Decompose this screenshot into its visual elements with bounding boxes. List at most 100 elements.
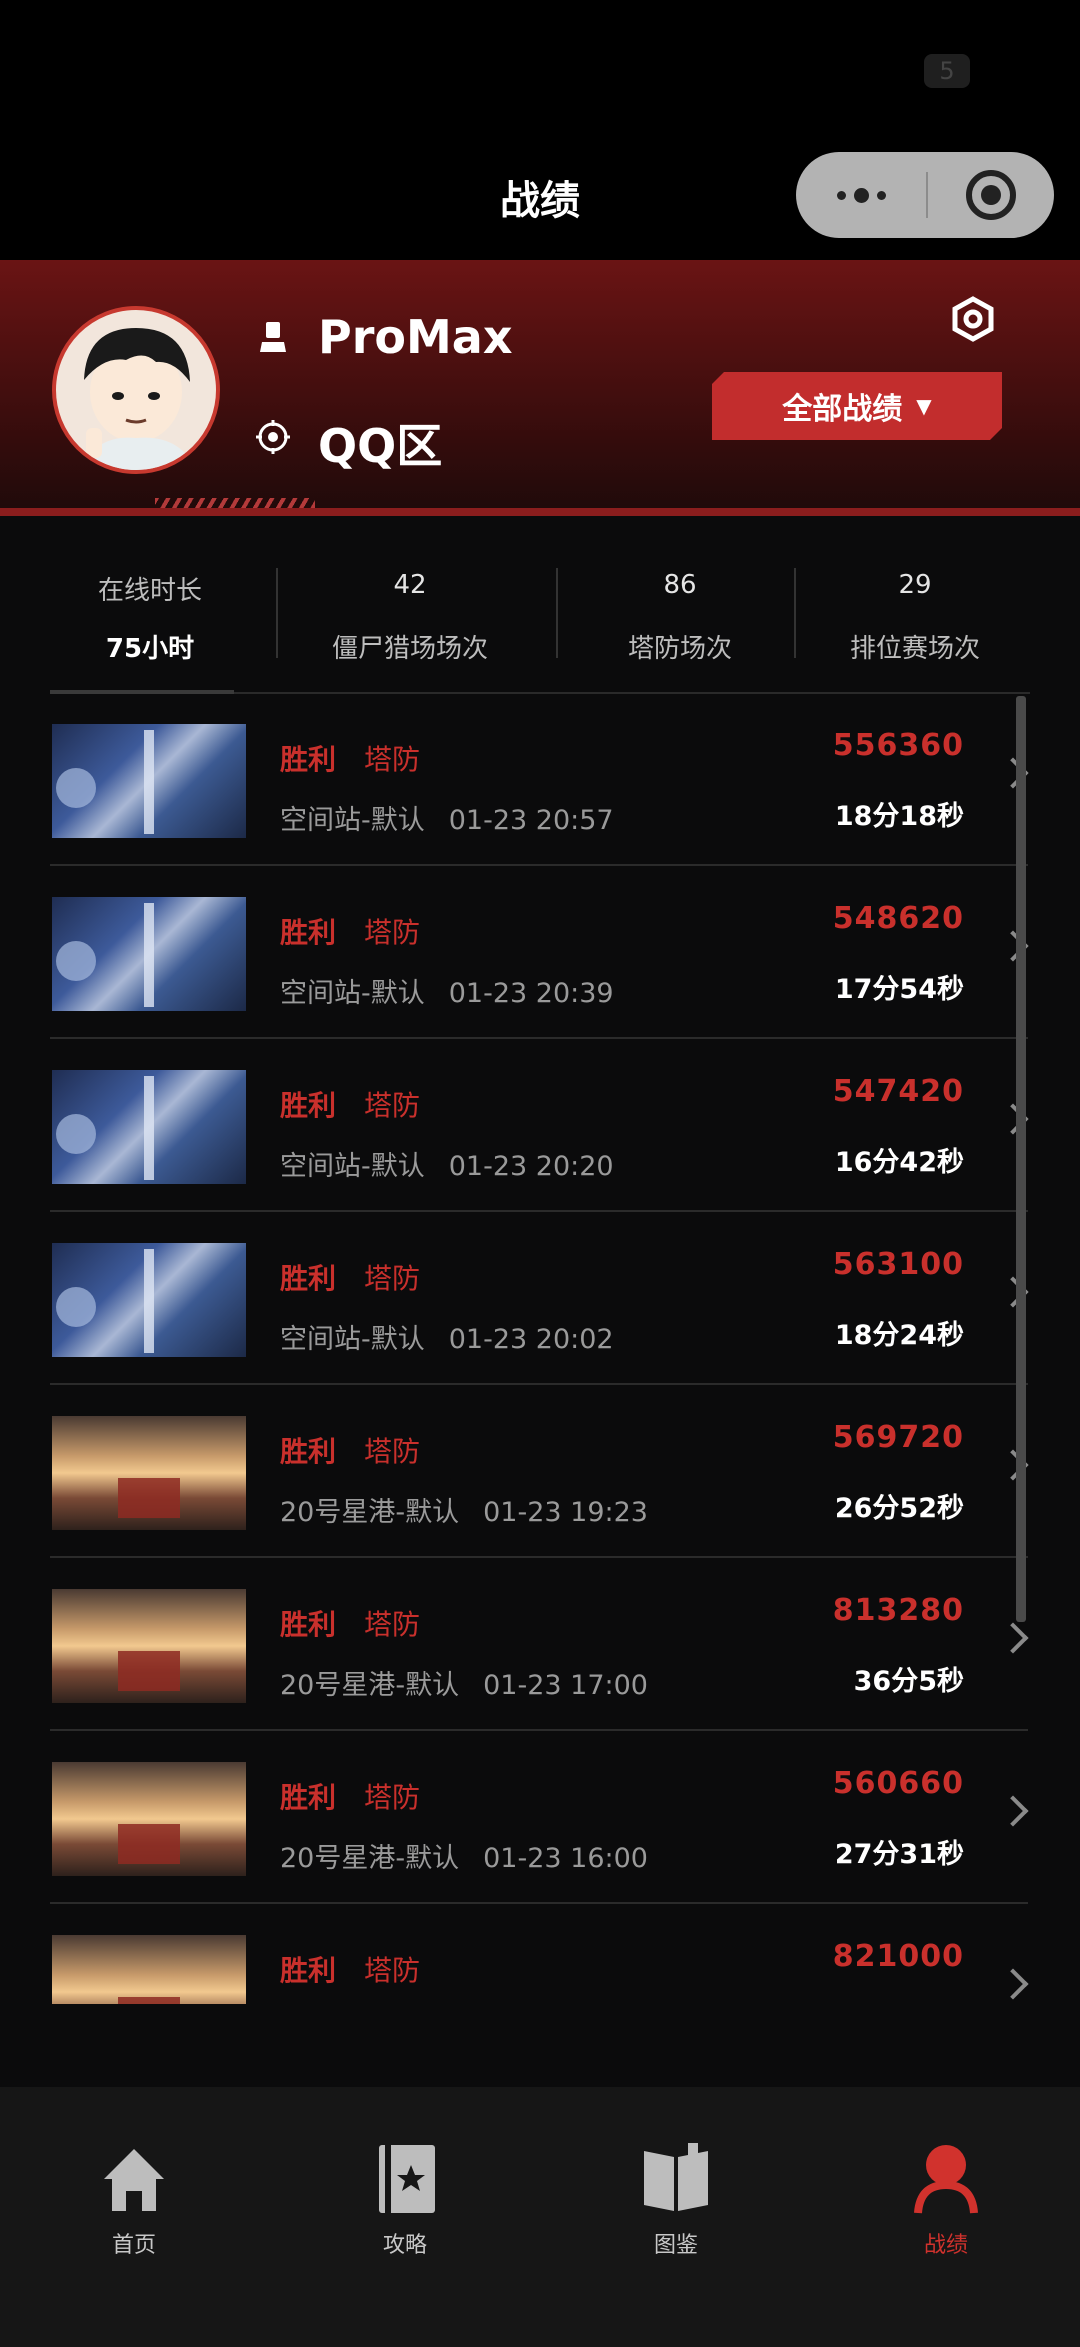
more-options-button[interactable] [796,152,926,238]
match-duration: 18分18秒 [834,801,964,832]
map-thumbnail [52,1243,246,1357]
match-duration: 27分31秒 [834,1839,964,1870]
list-item[interactable]: 胜利 塔防 20号星港-默认 01-23 16:00 560660 27分31秒 [50,1732,1029,1904]
match-mode: 塔防 [364,1781,421,1814]
hexagon-settings-icon[interactable] [950,296,996,342]
map-name: 空间站-默认 [280,1151,425,1182]
match-mode: 塔防 [364,1954,421,1987]
stat-ranked[interactable]: 29 排位赛场次 [800,556,1030,694]
list-item[interactable]: 胜利 塔防 821000 [50,1905,1029,2004]
match-result: 胜利 [280,916,337,949]
match-result: 胜利 [280,1435,337,1468]
all-records-dropdown[interactable]: 全部战绩 ▼ [712,372,1002,440]
avatar [52,306,220,474]
list-item[interactable]: 胜利 塔防 20号星港-默认 01-23 19:23 569720 26分52秒 [50,1386,1029,1558]
match-score: 556360 [832,728,964,763]
match-duration: 26分52秒 [834,1493,964,1524]
match-meta: 空间站-默认 01-23 20:02 [280,1317,614,1356]
match-meta: 空间站-默认 01-23 20:39 [280,971,614,1010]
match-score: 813280 [832,1593,964,1628]
map-thumbnail [52,1416,246,1530]
map-name: 20号星港-默认 [280,1670,460,1701]
map-thumbnail [52,1762,246,1876]
map-name: 20号星港-默认 [280,1497,460,1528]
person-icon [914,2145,978,2214]
match-time: 01-23 16:00 [483,1843,648,1874]
target-close-icon [966,170,1016,220]
bottom-tab-bar: 首页 攻略 图鉴 战绩 [0,2087,1080,2347]
close-button[interactable] [928,152,1054,238]
match-meta: 20号星港-默认 01-23 16:00 [280,1836,648,1875]
match-meta: 20号星港-默认 01-23 19:23 [280,1490,648,1529]
match-result: 胜利 [280,743,337,776]
list-item[interactable]: 胜利 塔防空间站-默认 01-23 20:02 563100 18分24秒 [50,1213,1029,1385]
match-score: 569720 [832,1420,964,1455]
match-mode: 塔防 [364,743,421,776]
list-item[interactable]: 胜利 塔防空间站-默认 01-23 20:20 547420 16分42秒 [50,1040,1029,1212]
username: ProMax [318,310,513,364]
match-result: 胜利 [280,1262,337,1295]
stat-divider [556,568,558,658]
match-time: 01-23 20:20 [448,1151,614,1182]
list-item[interactable]: 胜利 塔防空间站-默认 01-23 20:39 548620 17分54秒 [50,867,1029,1039]
match-duration: 17分54秒 [834,974,964,1005]
scrollbar[interactable] [1016,696,1026,1622]
stat-online-time[interactable]: 在线时长 75小时 [50,556,250,694]
match-result: 胜利 [280,1089,337,1122]
all-records-label: 全部战绩 [782,392,903,427]
battery-icon: 5 [924,54,970,88]
stats-tabs: 在线时长 75小时 42 僵尸猎场场次 86 塔防场次 29 排位赛场次 [50,556,1030,694]
stat-zombie-hunt[interactable]: 42 僵尸猎场场次 [280,556,540,694]
match-mode: 塔防 [364,1262,421,1295]
row-divider [50,1556,1028,1558]
match-score: 548620 [832,901,964,936]
match-meta: 空间站-默认 01-23 20:20 [280,1144,614,1183]
home-icon [104,2149,164,2211]
match-time: 01-23 20:57 [448,805,614,836]
chevron-right-icon [997,1622,1029,1654]
row-divider [50,864,1028,866]
stat-tower-defense[interactable]: 86 塔防场次 [560,556,800,694]
server-zone: QQ区 [318,419,443,473]
row-divider [50,1902,1028,1904]
match-result: 胜利 [280,1608,337,1641]
match-score: 821000 [832,1939,964,1974]
match-time: 01-23 20:39 [448,978,614,1009]
match-duration: 16分42秒 [834,1147,964,1178]
match-score: 563100 [832,1247,964,1282]
caret-down-icon: ▼ [916,394,932,418]
match-result: 胜利 [280,1781,337,1814]
match-mode: 塔防 [364,916,421,949]
chevron-right-icon [997,1968,1029,2000]
row-divider [50,1210,1028,1212]
match-score: 560660 [832,1766,964,1801]
match-mode: 塔防 [364,1089,421,1122]
map-name: 空间站-默认 [280,978,425,1009]
tab-codex[interactable]: 图鉴 [596,2141,756,2261]
match-result: 胜利 [280,1954,337,1987]
tab-home[interactable]: 首页 [54,2141,214,2261]
profile-header: ProMax QQ区 全部战绩 ▼ [0,260,1080,516]
list-item[interactable]: 胜利 塔防空间站-默认 01-23 20:57 556360 18分18秒 [50,694,1029,866]
user-icon [260,322,286,352]
tab-records[interactable]: 战绩 [866,2141,1026,2261]
open-book-icon [644,2143,708,2211]
match-time: 01-23 19:23 [483,1497,648,1528]
row-divider [50,1383,1028,1385]
tab-guide[interactable]: 攻略 [325,2141,485,2261]
decorative-hatch [155,498,315,508]
nav-bar: 战绩 [0,140,1080,260]
match-duration: 18分24秒 [834,1320,964,1351]
match-mode: 塔防 [364,1435,421,1468]
match-meta: 空间站-默认 01-23 20:57 [280,798,614,837]
match-score: 547420 [832,1074,964,1109]
status-bar: 5 [0,0,1080,140]
row-divider [50,1729,1028,1731]
chevron-right-icon [997,1795,1029,1827]
stat-divider [794,568,796,658]
map-name: 空间站-默认 [280,805,425,836]
list-item[interactable]: 胜利 塔防 20号星港-默认 01-23 17:00 813280 36分5秒 [50,1559,1029,1731]
mini-program-capsule [796,152,1054,238]
map-thumbnail [52,1589,246,1703]
match-record-list[interactable]: 胜利 塔防 空间站-默认 01-23 20:57 556360 18分18秒 胜利 塔防 空间站… [0,694,1080,2004]
